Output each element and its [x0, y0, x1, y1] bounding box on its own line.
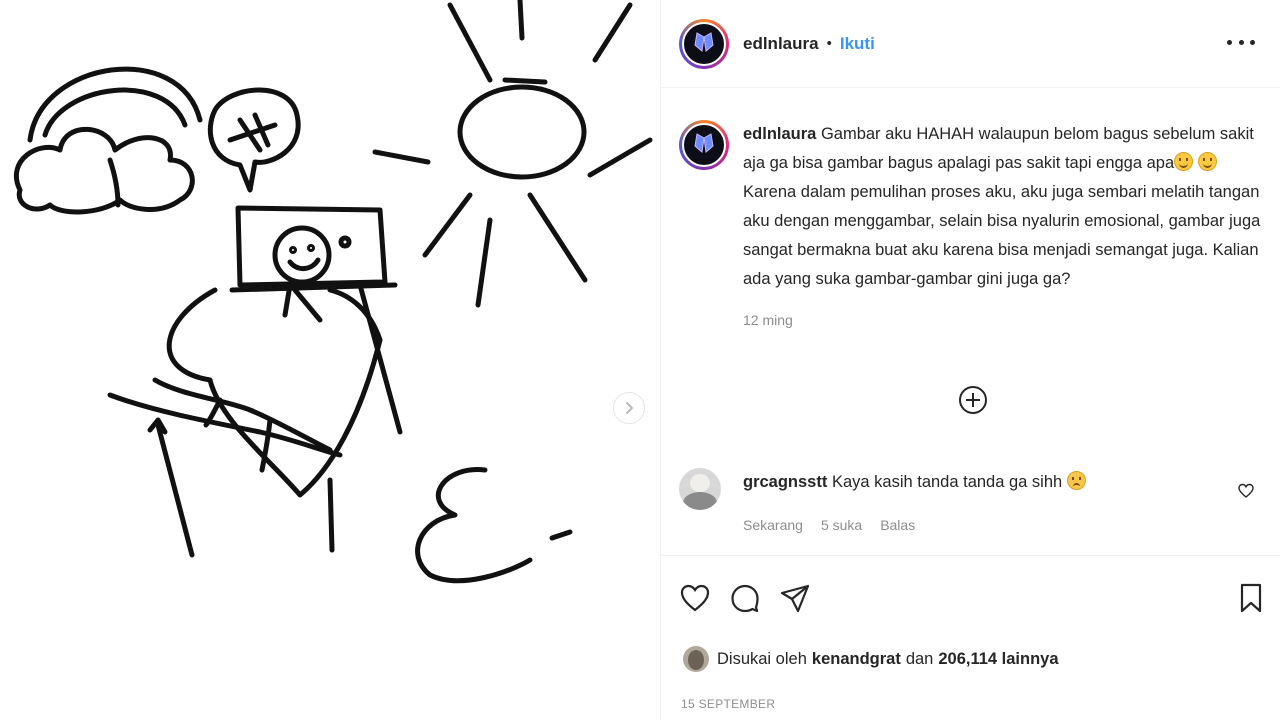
reply-button[interactable]: Balas: [880, 517, 915, 533]
caption-author-avatar[interactable]: [679, 120, 729, 170]
caption-author[interactable]: edlnlaura: [743, 125, 816, 143]
hand-drawing-image: [13, 0, 653, 584]
post-media: [0, 0, 660, 720]
liker-avatar[interactable]: [683, 646, 709, 672]
follow-button[interactable]: Ikuti: [840, 34, 875, 54]
liker-username[interactable]: kenandgrat: [812, 650, 901, 669]
comment-text: grcagnsstt Kaya kasih tanda tanda ga sih…: [743, 471, 1233, 493]
post-actions-bar: [661, 555, 1280, 645]
post-header: edlnlaura • Ikuti: [661, 0, 1280, 88]
separator-dot: •: [826, 35, 832, 52]
comment-icon: [731, 584, 759, 613]
sad-face-emoji-icon: [1066, 471, 1086, 490]
smiling-face-emoji-icon: [1174, 152, 1194, 171]
load-more-comments-button[interactable]: [957, 384, 989, 416]
heart-icon: [680, 584, 710, 612]
chevron-right-icon: [626, 402, 634, 414]
butterfly-logo-icon: [694, 133, 714, 153]
commenter-avatar[interactable]: [679, 468, 721, 510]
caption-text-part2: Karena dalam pemulihan proses aku, aku j…: [743, 183, 1261, 288]
comment-item: grcagnsstt Kaya kasih tanda tanda ga sih…: [679, 464, 1269, 533]
likes-others-count[interactable]: 206,114 lainnya: [938, 650, 1058, 669]
more-options-icon[interactable]: [1227, 30, 1255, 54]
post-date: 15 SEPTEMBER: [681, 697, 776, 711]
post-side-panel: edlnlaura • Ikuti edlnlaura Gambar aku H…: [660, 0, 1280, 720]
comment-button[interactable]: [729, 582, 761, 614]
like-button[interactable]: [679, 582, 711, 614]
share-button[interactable]: [779, 582, 811, 614]
grinning-face-emoji-icon: [1197, 152, 1217, 171]
bookmark-icon: [1240, 583, 1262, 613]
save-button[interactable]: [1235, 582, 1267, 614]
send-icon: [780, 584, 810, 613]
plus-circle-icon: [959, 386, 987, 414]
likes-conjunction: dan: [905, 649, 934, 668]
comment-likes-count[interactable]: 5 suka: [821, 517, 862, 533]
author-username[interactable]: edlnlaura: [743, 34, 819, 54]
comment-time: Sekarang: [743, 517, 803, 533]
comment-author[interactable]: grcagnsstt: [743, 473, 827, 491]
comment-body: Kaya kasih tanda tanda ga sihh: [831, 473, 1063, 491]
author-avatar[interactable]: [679, 18, 729, 69]
post-caption: edlnlaura Gambar aku HAHAH walaupun belo…: [679, 120, 1269, 328]
likes-summary: Disukai oleh kenandgrat dan 206,114 lain…: [683, 646, 1064, 672]
butterfly-logo-icon: [694, 31, 714, 52]
next-image-button[interactable]: [613, 392, 645, 424]
likes-prefix: Disukai oleh: [717, 649, 807, 668]
caption-timestamp: 12 ming: [743, 312, 793, 328]
caption-text: edlnlaura Gambar aku HAHAH walaupun belo…: [743, 120, 1263, 294]
heart-icon[interactable]: [1237, 482, 1255, 500]
comment-meta: Sekarang 5 suka Balas: [743, 517, 1233, 533]
